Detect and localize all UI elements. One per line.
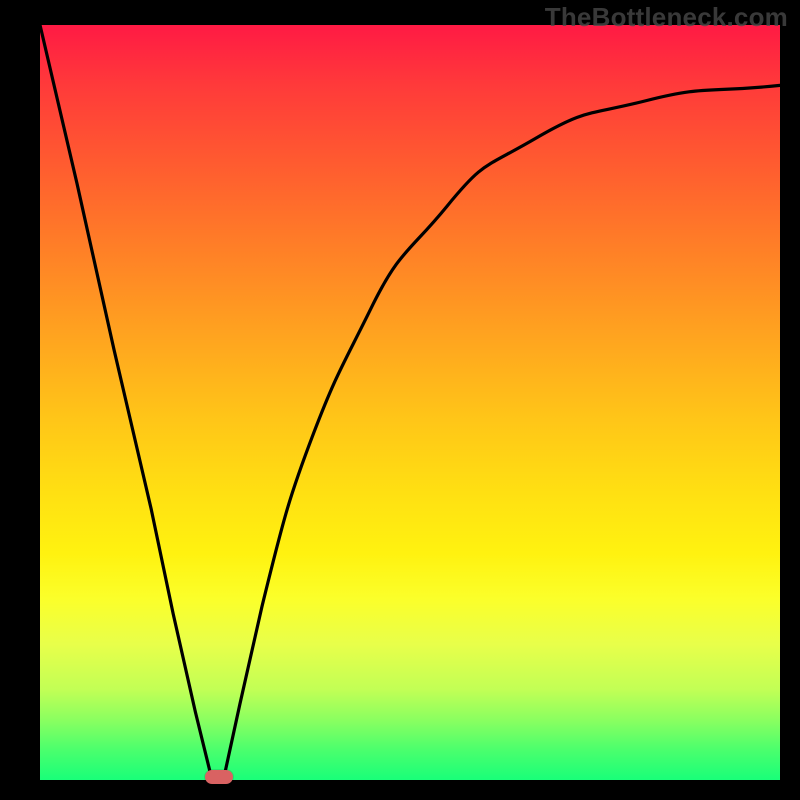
bottleneck-curve — [40, 25, 780, 780]
curve-path — [40, 25, 780, 778]
minimum-marker — [205, 770, 233, 784]
chart-frame: TheBottleneck.com — [0, 0, 800, 800]
plot-area — [40, 25, 780, 780]
